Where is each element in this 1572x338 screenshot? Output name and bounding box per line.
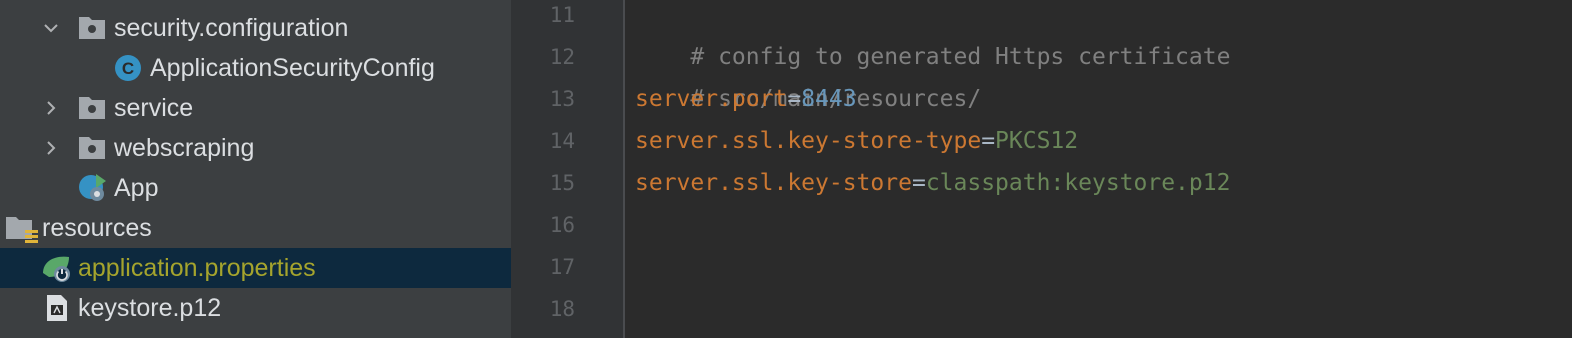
- tree-item-webscraping[interactable]: webscraping: [0, 128, 511, 168]
- folder-package-icon: [77, 13, 107, 43]
- tree-item-security-configuration[interactable]: security.configuration: [0, 8, 511, 48]
- property-value: 8443: [801, 86, 857, 112]
- equals-sign: =: [911, 170, 926, 196]
- chevron-right-icon[interactable]: [42, 139, 60, 157]
- tree-item-label: webscraping: [114, 134, 255, 162]
- tree-item-label: App: [114, 174, 159, 202]
- line-number-gutter: 11 12 13 14 15 16 17 18: [511, 0, 625, 338]
- equals-sign: =: [787, 86, 802, 112]
- project-tree-panel: security.configuration C ApplicationSecu…: [0, 0, 511, 338]
- spring-app-icon: [78, 172, 108, 202]
- tree-item-resources[interactable]: resources: [0, 208, 511, 248]
- tree-item-label: security.configuration: [114, 14, 349, 42]
- line-number: 18: [549, 297, 575, 321]
- chevron-down-icon[interactable]: [42, 19, 60, 37]
- line-number: 11: [549, 3, 575, 27]
- property-value: PKCS12: [995, 128, 1079, 154]
- chevron-right-icon[interactable]: [42, 99, 60, 117]
- folder-package-icon: [77, 93, 107, 123]
- code-editor[interactable]: # config to generated Https certificate …: [625, 0, 1572, 338]
- code-line[interactable]: server.ssl.key-store=classpath:keystore.…: [635, 162, 1230, 204]
- tree-item-keystore[interactable]: keystore.p12: [0, 288, 511, 328]
- equals-sign: =: [981, 128, 996, 154]
- line-number: 14: [549, 129, 575, 153]
- property-key: server.ssl.key-store-type: [635, 128, 982, 154]
- line-number: 17: [549, 255, 575, 279]
- code-line[interactable]: server.port=8443: [635, 78, 857, 120]
- code-line[interactable]: # config to generated Https certificate: [635, 0, 1230, 70]
- line-number: 12: [549, 45, 575, 69]
- property-key: server.ssl.key-store: [635, 170, 912, 196]
- code-line[interactable]: # src/main/resources/: [635, 36, 981, 112]
- tree-item-label: resources: [42, 214, 152, 242]
- line-number: 16: [549, 213, 575, 237]
- tree-item-label: service: [114, 94, 194, 122]
- tree-item-service[interactable]: service: [0, 88, 511, 128]
- tree-item-label: application.properties: [78, 254, 316, 282]
- svg-text:C: C: [122, 59, 134, 78]
- file-icon: [45, 293, 75, 323]
- property-key: server.port: [635, 86, 788, 112]
- property-value: classpath:keystore.p12: [925, 170, 1231, 196]
- tree-item-label: ApplicationSecurityConfig: [150, 54, 435, 82]
- resources-folder-icon: [5, 213, 38, 243]
- line-number: 15: [549, 171, 575, 195]
- spring-properties-icon: [41, 253, 71, 283]
- code-line[interactable]: server.ssl.key-store-type=PKCS12: [635, 120, 1078, 162]
- java-class-icon: C: [113, 53, 143, 83]
- tree-item-application-security-config[interactable]: C ApplicationSecurityConfig: [0, 48, 511, 88]
- line-number: 13: [549, 87, 575, 111]
- tree-item-app[interactable]: App: [0, 168, 511, 208]
- folder-package-icon: [77, 133, 107, 163]
- tree-item-application-properties[interactable]: application.properties: [0, 248, 511, 288]
- tree-item-label: keystore.p12: [78, 294, 222, 322]
